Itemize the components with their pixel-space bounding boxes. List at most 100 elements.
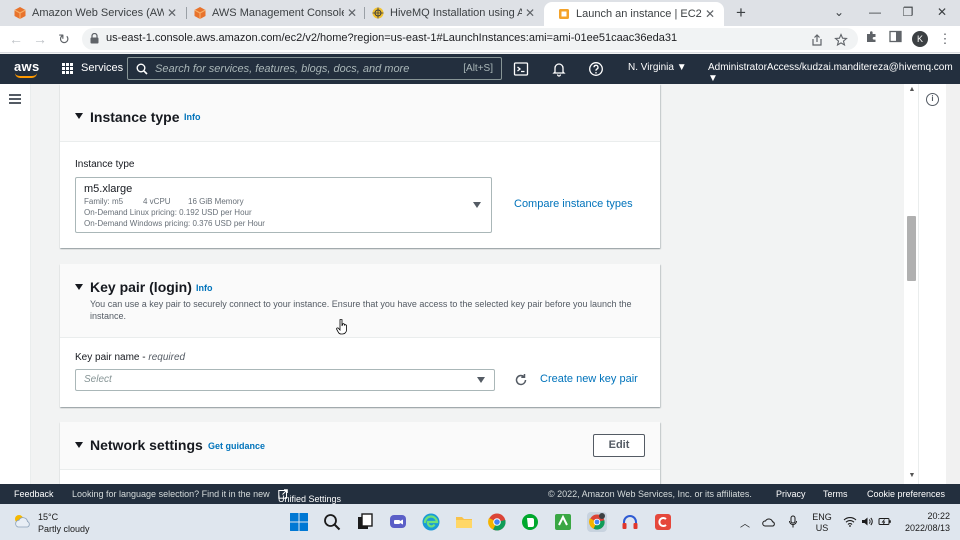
help-icon[interactable] — [588, 61, 604, 77]
windows-taskbar: 15°C Partly cloudy ︿ ENG US 20:22 2022/0… — [0, 504, 960, 540]
feedback-link[interactable]: Feedback — [14, 489, 54, 499]
side-panel-icon[interactable] — [886, 30, 904, 48]
onedrive-cloud-icon[interactable] — [762, 517, 776, 527]
get-guidance-link[interactable]: Get guidance — [208, 441, 265, 451]
partly-cloudy-icon[interactable] — [12, 513, 32, 529]
cloudshell-icon[interactable] — [513, 61, 529, 77]
browser-tab-aws[interactable]: Amazon Web Services (AWS) ✕ — [0, 0, 186, 26]
collapse-caret-icon[interactable] — [75, 442, 83, 448]
tab-title: HiveMQ Installation using Amaz — [390, 7, 522, 19]
windows-start-icon[interactable] — [289, 512, 309, 532]
refresh-icon[interactable] — [514, 373, 528, 387]
scrollbar-thumb[interactable] — [907, 216, 916, 281]
side-navigation-strip — [0, 84, 31, 484]
clock-time: 20:22 — [927, 511, 950, 521]
evernote-icon[interactable] — [520, 512, 540, 532]
aws-top-nav: aws Services Search for services, featur… — [0, 54, 960, 84]
language-code[interactable]: ENG — [810, 512, 834, 522]
show-hidden-icons-chevron-icon[interactable]: ︿ — [740, 515, 750, 530]
cookie-preferences-link[interactable]: Cookie preferences — [867, 489, 945, 499]
hamburger-menu-icon[interactable] — [9, 94, 21, 104]
compare-instance-types-link[interactable]: Compare instance types — [514, 198, 633, 210]
create-new-key-pair-link[interactable]: Create new key pair — [540, 373, 638, 385]
minimize-icon[interactable]: — — [866, 3, 884, 21]
instance-vcpu: 4 vCPU — [143, 197, 171, 206]
system-clock[interactable]: 20:22 2022/08/13 — [896, 511, 950, 533]
share-icon[interactable] — [810, 33, 824, 47]
chrome-icon[interactable] — [487, 512, 507, 532]
info-panel-icon[interactable]: i — [926, 93, 939, 106]
scroll-up-arrow-icon[interactable]: ▲ — [907, 86, 917, 94]
search-shortcut: [Alt+S] — [463, 63, 493, 74]
panel-title: Instance type — [90, 109, 180, 125]
copyright: © 2022, Amazon Web Services, Inc. or its… — [548, 489, 752, 499]
content-scrollbar[interactable] — [904, 84, 918, 484]
unified-settings-label: Unified Settings — [278, 494, 342, 504]
browser-tab-ec2-launch[interactable]: Launch an instance | EC2 Manage ✕ — [544, 2, 724, 26]
edit-button[interactable]: Edit — [593, 434, 645, 457]
wifi-icon[interactable] — [843, 516, 857, 527]
services-menu-button[interactable]: Services — [62, 62, 123, 74]
key-pair-select[interactable]: Select — [75, 369, 495, 391]
teams-chat-icon[interactable] — [388, 512, 408, 532]
windows-pricing: On-Demand Windows pricing: 0.376 USD per… — [84, 219, 265, 228]
scroll-down-arrow-icon[interactable]: ▼ — [907, 472, 917, 480]
battery-charging-icon[interactable] — [878, 516, 892, 527]
aws-smile-icon — [15, 73, 37, 78]
account-label: AdministratorAccess/kudzai.manditereza@h… — [708, 62, 953, 73]
reload-icon[interactable]: ↻ — [54, 29, 74, 49]
extensions-puzzle-icon[interactable] — [862, 30, 880, 48]
red-app-icon[interactable] — [653, 512, 673, 532]
close-tab-icon[interactable]: ✕ — [522, 6, 538, 20]
speaker-volume-icon[interactable] — [861, 516, 873, 527]
privacy-link[interactable]: Privacy — [776, 489, 806, 499]
aws-footer: Feedback Looking for language selection?… — [0, 484, 960, 504]
network-settings-panel: Network settings Get guidance Edit — [60, 422, 660, 492]
restore-icon[interactable]: ❐ — [899, 3, 917, 21]
profile-avatar[interactable]: K — [912, 31, 928, 47]
back-arrow-icon[interactable]: ← — [6, 29, 26, 49]
tab-title: Amazon Web Services (AWS) — [32, 7, 164, 19]
browser-tab-hivemq[interactable]: HiveMQ Installation using Amaz ✕ — [358, 0, 544, 26]
close-tab-icon[interactable]: ✕ — [164, 6, 180, 20]
aws-search-input[interactable]: Search for services, features, blogs, do… — [127, 57, 502, 80]
browser-tab-management-console[interactable]: AWS Management Console ✕ — [180, 0, 366, 26]
tab-search-icon[interactable]: ⌄ — [830, 3, 848, 21]
instance-type-select[interactable]: m5.xlarge Family: m5 4 vCPU 16 GiB Memor… — [75, 177, 492, 233]
collapse-caret-icon[interactable] — [75, 284, 83, 290]
collapse-caret-icon[interactable] — [75, 113, 83, 119]
keyboard-region: US — [815, 523, 829, 533]
chrome-active-icon[interactable] — [587, 512, 607, 532]
green-app-icon[interactable] — [553, 512, 573, 532]
account-menu[interactable]: AdministratorAccess/kudzai.manditereza@h… — [708, 62, 960, 84]
aws-cube-icon — [194, 7, 206, 19]
close-tab-icon[interactable]: ✕ — [702, 7, 718, 21]
bookmark-star-icon[interactable] — [834, 33, 848, 47]
info-link[interactable]: Info — [184, 112, 201, 122]
headset-app-icon[interactable] — [620, 512, 640, 532]
address-bar[interactable]: us-east-1.console.aws.amazon.com/ec2/v2/… — [82, 28, 858, 50]
search-icon — [136, 63, 148, 75]
unified-settings-link[interactable]: Unified Settings — [278, 489, 341, 504]
info-link[interactable]: Info — [196, 283, 213, 293]
services-grid-icon — [62, 62, 73, 74]
page-scrollbar[interactable] — [946, 84, 960, 484]
dropdown-caret-icon — [477, 377, 485, 383]
key-pair-placeholder: Select — [84, 374, 112, 385]
new-tab-button[interactable]: + — [732, 3, 750, 23]
aws-logo[interactable]: aws — [14, 59, 39, 78]
browser-menu-icon[interactable]: ⋮ — [936, 30, 954, 48]
microphone-icon[interactable] — [788, 515, 798, 529]
terms-link[interactable]: Terms — [823, 489, 848, 499]
file-explorer-icon[interactable] — [454, 512, 474, 532]
search-icon[interactable] — [322, 512, 342, 532]
search-placeholder: Search for services, features, blogs, do… — [155, 63, 410, 75]
close-window-icon[interactable]: ✕ — [933, 3, 951, 21]
task-view-icon[interactable] — [355, 512, 375, 532]
region-selector[interactable]: N. Virginia ▼ — [628, 62, 687, 73]
notifications-bell-icon[interactable] — [551, 61, 567, 77]
aws-cube-icon — [14, 7, 26, 19]
key-pair-panel: Key pair (login) Info You can use a key … — [60, 264, 660, 407]
edge-browser-icon[interactable] — [421, 512, 441, 532]
forward-arrow-icon[interactable]: → — [30, 29, 50, 49]
